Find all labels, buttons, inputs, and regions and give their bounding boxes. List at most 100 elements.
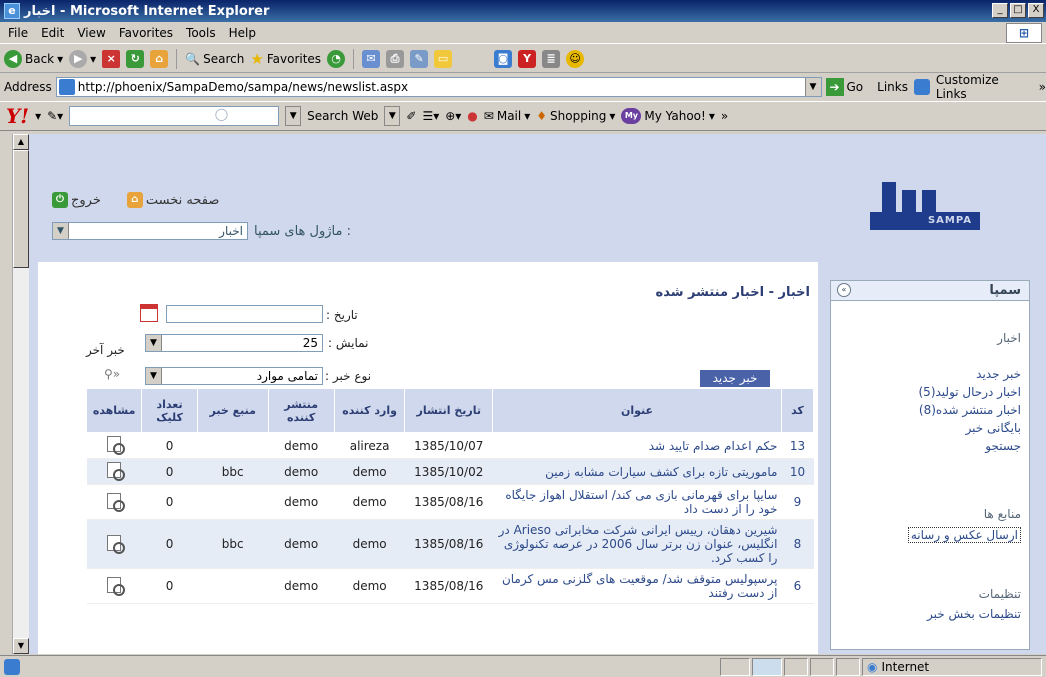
row-title[interactable]: پرسپولیس متوقف شد/ موقعیت های گلزنی مس ک…: [492, 568, 782, 604]
row-code[interactable]: 13: [781, 432, 814, 459]
messenger-icon[interactable]: ◙: [494, 49, 513, 68]
module-select[interactable]: اخبار ▼: [52, 222, 248, 240]
shopping-button[interactable]: ♦ Shopping ▾: [536, 109, 615, 123]
menu-view[interactable]: View: [77, 26, 105, 40]
scroll-thumb[interactable]: [13, 150, 29, 268]
menu-help[interactable]: Help: [229, 26, 256, 40]
address-input[interactable]: http://phoenix/SampaDemo/sampa/news/news…: [55, 77, 822, 97]
chevron-down-icon[interactable]: ▼: [285, 106, 302, 126]
view-icon[interactable]: [107, 492, 126, 512]
stop-icon[interactable]: ×: [102, 49, 121, 68]
menu-file[interactable]: File: [8, 26, 28, 40]
menu-tools[interactable]: Tools: [186, 26, 216, 40]
edit-icon[interactable]: ✎: [410, 49, 429, 68]
chevron-down-icon[interactable]: ▼: [384, 106, 401, 126]
minimize-button[interactable]: _: [992, 3, 1008, 18]
news-type-select[interactable]: تمامی موارد ▼: [145, 367, 323, 385]
more-toolbar[interactable]: »: [721, 109, 728, 123]
table-row: 6 پرسپولیس متوقف شد/ موقعیت های گلزنی مس…: [86, 568, 814, 604]
date-input[interactable]: [166, 305, 323, 323]
menu-edit[interactable]: Edit: [41, 26, 64, 40]
view-icon[interactable]: [107, 576, 126, 596]
logout-link[interactable]: ⏻ خروج: [52, 192, 101, 208]
sidebar-item-news-settings[interactable]: تنظیمات بخش خبر: [927, 607, 1021, 621]
calendar-icon[interactable]: [140, 304, 158, 322]
forward-button[interactable]: ▶ ▾: [69, 49, 96, 68]
row-clicks: 0: [141, 432, 198, 459]
home-icon[interactable]: ⌂: [150, 49, 169, 68]
row-code[interactable]: 8: [781, 519, 814, 569]
row-code[interactable]: 6: [781, 568, 814, 604]
history-icon[interactable]: ◔: [327, 49, 346, 68]
row-title[interactable]: شیرین دهقان، رییس ایرانی شرکت مخابراتی A…: [492, 519, 782, 569]
favorites-button[interactable]: ★ Favorites: [250, 50, 321, 68]
mail-icon: ✉: [483, 109, 494, 123]
sidebar-item-send-media[interactable]: ارسال عکس و رسانه: [907, 527, 1021, 543]
print-icon[interactable]: ⎙: [386, 49, 405, 68]
home-link[interactable]: ⌂ صفحه نخست: [126, 192, 219, 208]
layout-icon[interactable]: ☰▾: [422, 109, 439, 123]
yahoo-logo[interactable]: Y!: [6, 104, 29, 128]
row-code[interactable]: 9: [781, 484, 814, 520]
mail-icon[interactable]: ✉: [362, 49, 381, 68]
row-entered-by: demo: [334, 458, 405, 485]
scroll-up-button[interactable]: ▲: [13, 134, 29, 150]
search-button[interactable]: 🔍 Search: [185, 52, 244, 66]
col-clicks[interactable]: تعداد کلیک: [141, 388, 198, 433]
new-news-button[interactable]: خبر جدید: [700, 370, 770, 387]
sidebar-item-published[interactable]: اخبار منتشر شده(8): [919, 403, 1021, 417]
customize-links[interactable]: Customize Links: [936, 73, 1033, 101]
header-links: ⏻ خروج ⌂ صفحه نخست: [52, 192, 219, 208]
refresh-icon[interactable]: ↻: [126, 49, 145, 68]
row-title[interactable]: ماموریتی تازه برای کشف سیارات مشابه زمین: [492, 458, 782, 485]
yahoo-icon[interactable]: Y: [518, 49, 537, 68]
sidebar-item-archive[interactable]: بایگانی خبر: [966, 421, 1021, 435]
row-source: [197, 432, 268, 459]
view-icon[interactable]: [107, 462, 126, 481]
my-yahoo-button[interactable]: My My Yahoo! ▾: [621, 108, 715, 124]
sidebar-item-new-news[interactable]: خبر جدید: [976, 367, 1021, 381]
col-code[interactable]: کد: [780, 388, 815, 433]
col-title[interactable]: عنوان: [492, 388, 782, 433]
home-icon: ⌂: [126, 192, 143, 208]
vertical-scrollbar[interactable]: ▲ ▼: [12, 134, 29, 654]
go-button[interactable]: ➔ Go: [825, 78, 863, 96]
pencil-icon[interactable]: ✎▾: [47, 109, 63, 123]
menu-favorites[interactable]: Favorites: [119, 26, 173, 40]
chevron-down-icon[interactable]: ▼: [804, 78, 821, 96]
links-label[interactable]: Links: [877, 80, 908, 94]
smiley-icon[interactable]: ☺: [566, 49, 585, 68]
maximize-button[interactable]: □: [1010, 3, 1026, 18]
chevron-down-icon[interactable]: ▾: [35, 109, 41, 123]
sidebar-item-in-production[interactable]: اخبار درحال تولید(5): [918, 385, 1021, 399]
scroll-down-button[interactable]: ▼: [13, 638, 29, 654]
row-code[interactable]: 10: [781, 458, 814, 485]
research-icon[interactable]: ≣: [542, 49, 561, 68]
sidebar-item-search[interactable]: جستجو: [985, 439, 1021, 453]
mail-button[interactable]: ✉ Mail ▾: [484, 109, 530, 123]
logout-icon: ⏻: [52, 192, 68, 208]
globe-icon[interactable]: ⊕▾: [445, 109, 461, 123]
more-links[interactable]: »: [1039, 80, 1046, 94]
chevron-down-icon: ▼: [146, 335, 162, 351]
standard-toolbar: ◀ Back ▾ ▶ ▾ × ↻ ⌂ 🔍 Search ★ Favorites …: [0, 45, 1046, 73]
close-button[interactable]: X: [1028, 3, 1044, 18]
row-title[interactable]: سایپا برای قهرمانی بازی می کند/ استقلال …: [492, 484, 782, 520]
col-source[interactable]: منبع خبر: [196, 388, 269, 433]
view-icon[interactable]: [107, 534, 126, 554]
view-icon[interactable]: [107, 436, 126, 455]
folder-icon[interactable]: ▭: [434, 49, 453, 68]
info-icon[interactable]: ●: [467, 109, 477, 123]
search-icon[interactable]: «⚲: [104, 367, 120, 381]
col-published-by[interactable]: منتشر کننده: [267, 388, 335, 433]
back-button[interactable]: ◀ Back ▾: [4, 49, 63, 68]
highlight-icon[interactable]: ✐: [406, 109, 416, 123]
show-count-select[interactable]: 25 ▼: [145, 334, 323, 352]
table-row: 13 حکم اعدام صدام تایید شد 1385/10/07 al…: [86, 432, 814, 459]
col-entered-by[interactable]: وارد کننده: [333, 388, 406, 433]
col-date[interactable]: تاریخ انتشار: [404, 388, 494, 433]
row-title[interactable]: حکم اعدام صدام تایید شد: [492, 432, 782, 459]
yahoo-search-input[interactable]: ◯: [69, 106, 280, 126]
search-web-button[interactable]: Search Web: [307, 109, 378, 123]
collapse-icon[interactable]: «: [837, 283, 851, 297]
